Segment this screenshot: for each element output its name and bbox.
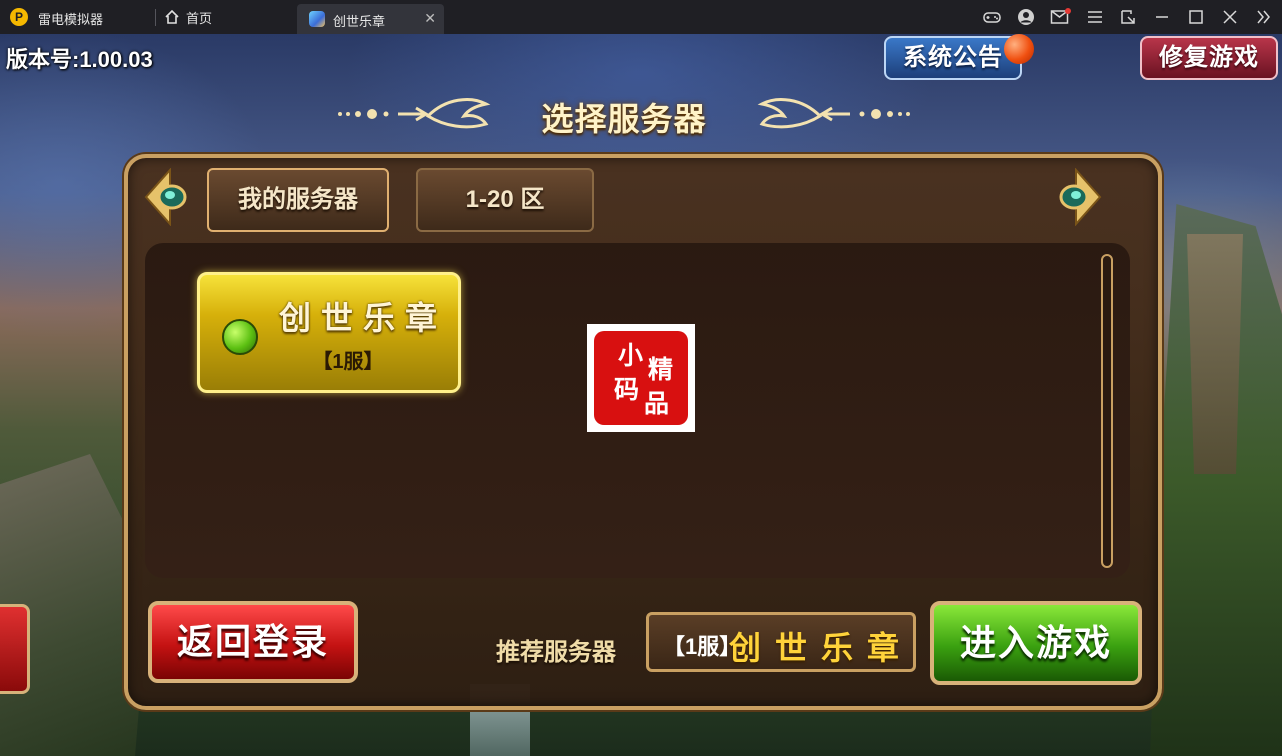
app-name: 雷电模拟器 (38, 12, 104, 27)
minimize-icon[interactable] (1152, 7, 1172, 27)
server-list-scrollbar[interactable] (1101, 254, 1113, 568)
seal-char: 码 (614, 375, 640, 404)
title-bar: P 雷电模拟器 首页 创世乐章 ✕ (0, 0, 1282, 34)
recommended-server-name: 创世乐章 (729, 630, 914, 666)
game-screen: 版本号:1.00.03 系统公告 修复游戏 选择服务器 我的服务器 1-20 区 (0, 34, 1282, 756)
watermark-seal: 小 码 精 品 (587, 324, 695, 432)
system-notice-button[interactable]: 系统公告 (884, 36, 1022, 80)
tab-game[interactable]: 创世乐章 ✕ (297, 4, 444, 34)
recommended-server[interactable]: 【1服】 创世乐章 (646, 612, 916, 672)
side-button-partial[interactable] (0, 604, 30, 694)
tab-game-label: 创世乐章 (333, 14, 386, 29)
back-to-login-button[interactable]: 返回登录 (148, 601, 358, 683)
close-icon[interactable] (1220, 7, 1240, 27)
gamepad-icon[interactable] (982, 7, 1002, 27)
recommend-label: 推荐服务器 (496, 639, 616, 666)
menu-icon[interactable] (1085, 7, 1105, 27)
server-status-icon (222, 319, 258, 355)
prev-page-arrow-icon[interactable] (144, 168, 188, 226)
repair-game-button[interactable]: 修复游戏 (1140, 36, 1278, 80)
tab-divider (155, 9, 156, 26)
app-logo-icon: P (10, 8, 28, 26)
version-label: 版本号:1.00.03 (6, 47, 153, 72)
seal-char: 精 (648, 355, 674, 384)
wing-right-icon (752, 94, 912, 134)
server-name: 创世乐章 (278, 300, 447, 336)
mail-icon[interactable] (1050, 7, 1071, 27)
home-icon (164, 9, 180, 25)
server-card[interactable]: 创世乐章 【1服】 (197, 272, 461, 393)
next-page-arrow-icon[interactable] (1058, 168, 1102, 226)
game-icon (309, 11, 325, 27)
expand-icon[interactable] (1254, 7, 1274, 27)
tab-home[interactable]: 首页 (164, 8, 212, 26)
tab-my-servers[interactable]: 我的服务器 (207, 168, 389, 232)
seal-char: 小 (618, 341, 644, 370)
user-icon[interactable] (1016, 7, 1036, 27)
server-sub-label: 【1服】 (312, 351, 384, 373)
page-title: 选择服务器 (541, 101, 707, 137)
resize-icon[interactable] (1118, 7, 1138, 27)
tab-close-icon[interactable]: ✕ (424, 10, 436, 27)
seal-char: 品 (644, 389, 670, 418)
tab-home-label: 首页 (186, 10, 213, 26)
enter-game-button[interactable]: 进入游戏 (930, 601, 1142, 685)
maximize-icon[interactable] (1186, 7, 1206, 27)
tab-range-1-20[interactable]: 1-20 区 (416, 168, 594, 232)
notice-badge (1004, 34, 1034, 64)
